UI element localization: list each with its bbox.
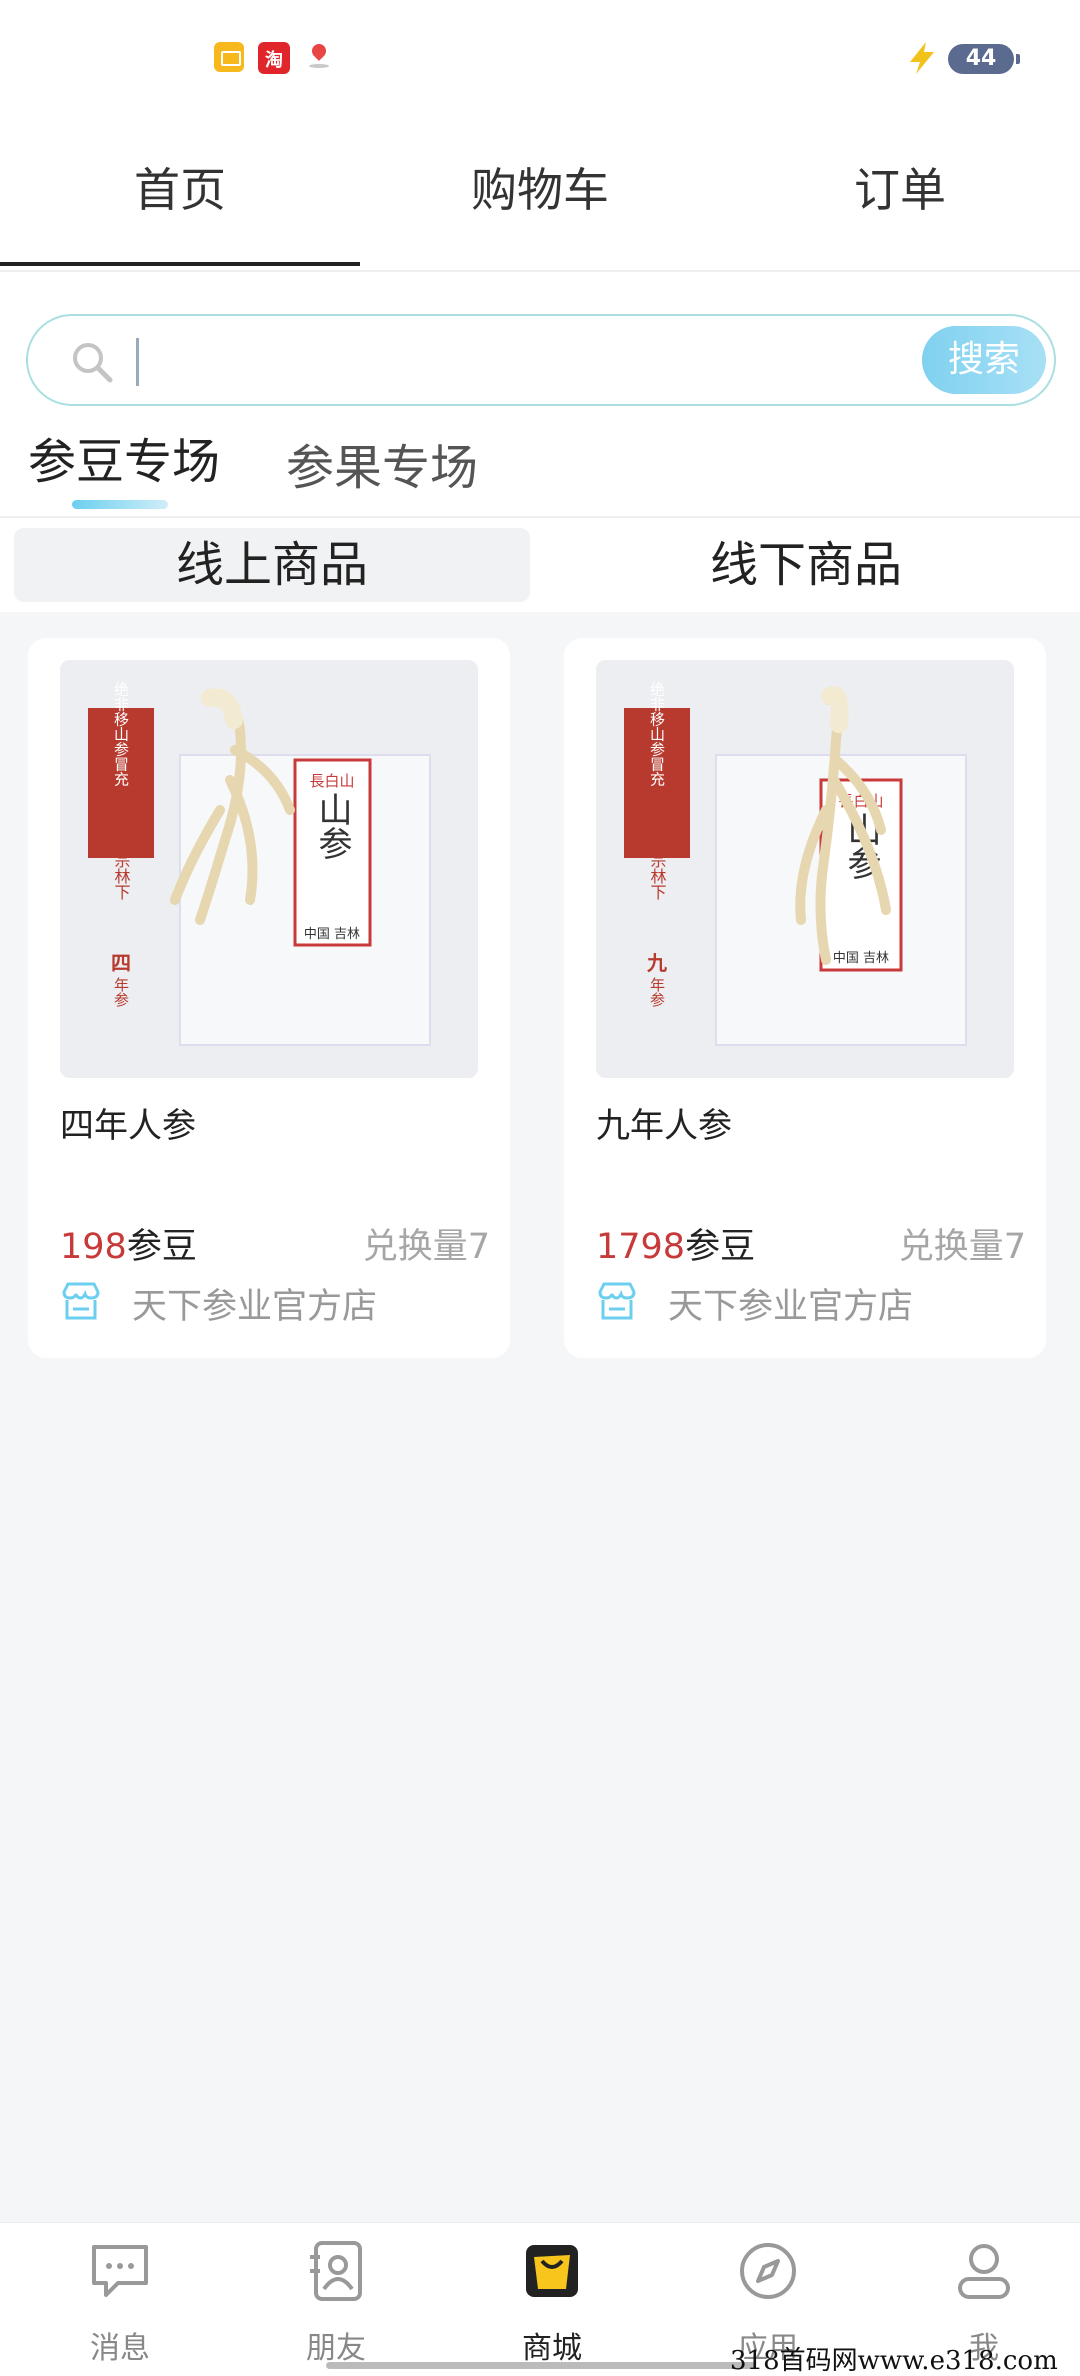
search-button[interactable]: 搜索 xyxy=(922,326,1046,394)
price-currency: 参豆 xyxy=(126,1227,197,1267)
product-image: 绝非移山参冒充 正宗林下 九 年参 長白山 山参 中国 吉林 xyxy=(596,660,1014,1078)
exchange-count: 兑换量7 xyxy=(362,1227,490,1267)
shop-name: 天下参业官方店 xyxy=(668,1287,914,1327)
segment-online-products[interactable]: 线上商品 xyxy=(14,528,530,602)
price-value: 1798 xyxy=(596,1227,686,1267)
active-tab-indicator xyxy=(72,500,168,509)
profile-icon xyxy=(958,2244,1010,2299)
product-card[interactable]: 绝非移山参冒充 正宗林下 九 年参 長白山 山参 中国 吉林 九年人参 1798… xyxy=(564,638,1046,1358)
status-bar: 淘 44 xyxy=(0,0,1080,110)
exchange-count: 兑换量7 xyxy=(898,1227,1026,1267)
tab-orders[interactable]: 订单 xyxy=(720,130,1080,270)
mall-icon xyxy=(526,2245,578,2297)
package-side2-text: 正宗林下 xyxy=(648,836,667,900)
message-icon xyxy=(92,2245,148,2297)
product-price: 1798参豆 xyxy=(596,1218,755,1269)
product-price: 198参豆 xyxy=(60,1218,197,1269)
shop-icon xyxy=(598,1282,636,1320)
taobao-notification-icon: 淘 xyxy=(258,42,290,74)
package-origin-text: 中国 吉林 xyxy=(304,927,360,942)
divider xyxy=(0,516,1080,518)
product-image: 绝非移山参冒充 正宗林下 四 年参 長白山 山参 中国 吉林 xyxy=(60,660,478,1078)
package-years-text: 四 xyxy=(111,951,131,975)
nav-label: 朋友 xyxy=(306,2331,366,2366)
top-tab-bar: 首页 购物车 订单 xyxy=(0,130,1080,272)
product-title: 四年人参 xyxy=(60,1106,196,1146)
tab-cart[interactable]: 购物车 xyxy=(360,130,720,270)
package-side-text: 绝非移山参冒充 xyxy=(112,682,130,787)
search-bar: 搜索 xyxy=(26,314,1056,406)
nav-label: 消息 xyxy=(90,2331,150,2366)
shop-icon xyxy=(62,1282,100,1320)
mail-notification-icon xyxy=(214,42,244,72)
tab-shenguo-zone[interactable]: 参果专场 xyxy=(286,436,478,516)
product-card[interactable]: 绝非移山参冒充 正宗林下 四 年参 長白山 山参 中国 吉林 四年人参 198参… xyxy=(28,638,510,1358)
nav-messages[interactable]: 消息 xyxy=(12,2223,228,2376)
text-cursor xyxy=(136,338,139,386)
price-currency: 参豆 xyxy=(685,1227,756,1267)
package-origin-text: 中国 吉林 xyxy=(833,951,889,966)
package-unit-text: 年参 xyxy=(648,977,666,1007)
home-indicator[interactable] xyxy=(326,2362,756,2369)
search-input[interactable] xyxy=(148,330,928,392)
compass-icon xyxy=(740,2243,796,2299)
watermark-text: 318首码网www.e318.com xyxy=(730,2346,1058,2376)
package-big-text: 山参 xyxy=(312,792,352,860)
shop-name: 天下参业官方店 xyxy=(132,1287,378,1327)
package-years-text: 九 xyxy=(646,951,667,975)
contacts-icon xyxy=(310,2241,362,2301)
charging-bolt-icon xyxy=(910,42,934,74)
product-title: 九年人参 xyxy=(596,1106,732,1146)
segment-offline-products[interactable]: 线下商品 xyxy=(548,528,1064,602)
price-value: 198 xyxy=(60,1227,127,1267)
package-side-text: 绝非移山参冒充 xyxy=(648,682,666,787)
package-side2-text: 正宗林下 xyxy=(112,836,131,900)
battery-indicator: 44 xyxy=(948,44,1020,74)
package-unit-text: 年参 xyxy=(112,977,130,1007)
watermark: 318首码网www.e318.com xyxy=(730,2340,1058,2376)
nav-label: 商城 xyxy=(522,2331,582,2366)
tab-shendou-zone[interactable]: 参豆专场 xyxy=(28,430,220,510)
map-notification-icon xyxy=(304,42,334,72)
package-brand-text: 長白山 xyxy=(309,772,354,790)
nav-mall[interactable]: 商城 xyxy=(444,2223,660,2376)
tab-home[interactable]: 首页 xyxy=(0,130,360,270)
nav-friends[interactable]: 朋友 xyxy=(228,2223,444,2376)
search-icon xyxy=(73,343,113,383)
